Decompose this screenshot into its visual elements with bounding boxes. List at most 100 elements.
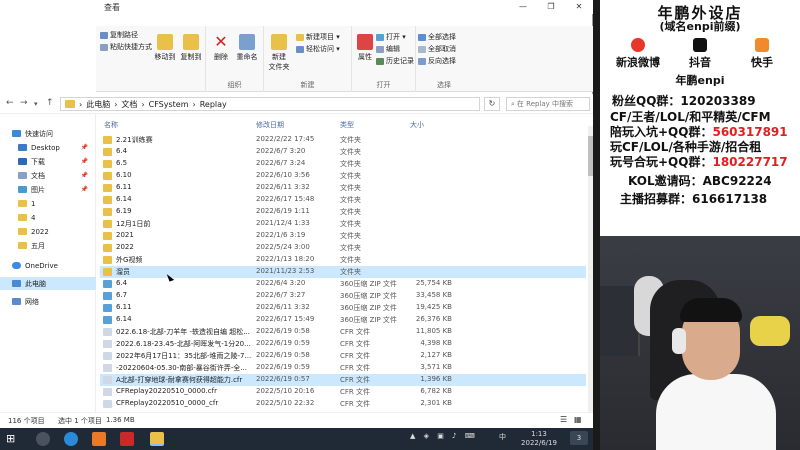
nav-item-folder-1[interactable]: 1 bbox=[0, 197, 96, 210]
new-item-icon bbox=[296, 33, 304, 41]
nav-item-downloads[interactable]: 下载 📌 bbox=[0, 155, 96, 168]
windows-start-icon[interactable]: ⊞ bbox=[6, 432, 20, 446]
breadcrumb-replay[interactable]: Replay bbox=[200, 100, 227, 109]
open-button[interactable]: 打开 ▾ bbox=[376, 32, 406, 42]
nav-item-onedrive[interactable]: OneDrive bbox=[0, 259, 96, 272]
search-icon: ⌕ bbox=[511, 99, 515, 108]
file-row[interactable]: CFReplay20220510_0000_cfr 2022/5/10 22:32… bbox=[100, 398, 586, 410]
nav-item-desktop[interactable]: Desktop 📌 bbox=[0, 141, 96, 154]
file-name: 2021 bbox=[116, 231, 134, 239]
easy-access-icon bbox=[296, 45, 304, 53]
file-row[interactable]: 外G视频 2022/1/13 18:20 文件夹 bbox=[100, 254, 586, 266]
file-row[interactable]: CFReplay20220510_0000.cfr 2022/5/10 20:16… bbox=[100, 386, 586, 398]
recent-chevron-icon[interactable]: ▾ bbox=[34, 100, 38, 108]
folder-icon bbox=[103, 220, 112, 228]
vertical-scrollbar[interactable] bbox=[588, 126, 593, 412]
rename-button[interactable]: 重命名 bbox=[234, 34, 260, 62]
delete-button[interactable]: ✕ 删除 bbox=[208, 34, 234, 62]
file-row[interactable]: 6.4 2022/6/7 3:20 文件夹 bbox=[100, 146, 586, 158]
zip-file-icon bbox=[103, 292, 112, 300]
cfr-file-icon bbox=[103, 388, 112, 396]
maximize-button[interactable]: ❐ bbox=[537, 0, 565, 14]
file-row[interactable]: 6.5 2022/6/7 3:24 文件夹 bbox=[100, 158, 586, 170]
file-row[interactable]: 022.6.18-北部-刀羊年 -轶造视自编 超松... 2022/6/19 0:… bbox=[100, 326, 586, 338]
copy-path-button[interactable]: 复制路径 bbox=[100, 30, 138, 40]
file-row[interactable]: 6.19 2022/6/19 1:11 文件夹 bbox=[100, 206, 586, 218]
file-row[interactable]: 6.7 2022/6/7 3:27 360压缩 ZIP 文件 33,458 KB bbox=[100, 290, 586, 302]
properties-button[interactable]: 属性 bbox=[352, 34, 378, 62]
ime-indicator[interactable]: 中 bbox=[492, 432, 506, 442]
file-row[interactable]: 12月1日前 2021/12/4 1:33 文件夹 bbox=[100, 218, 586, 230]
file-date: 2022/6/17 15:49 bbox=[256, 315, 315, 323]
file-row[interactable]: -20220604-05.30-南部-暴谷街许弄-全... 2022/6/19 0… bbox=[100, 362, 586, 374]
easy-access-button[interactable]: 轻松访问 ▾ bbox=[296, 44, 340, 54]
file-type: 文件夹 bbox=[340, 160, 361, 168]
nav-item-folder-may[interactable]: 五月 bbox=[0, 239, 96, 252]
nav-item-documents[interactable]: 文档 📌 bbox=[0, 169, 96, 182]
file-row[interactable]: 6.14 2022/6/17 15:49 360压缩 ZIP 文件 26,376 KB bbox=[100, 314, 586, 326]
back-arrow-icon[interactable]: ← bbox=[6, 98, 14, 108]
nav-item-network[interactable]: 网络 bbox=[0, 295, 96, 308]
up-arrow-icon[interactable]: ↑ bbox=[46, 98, 54, 108]
edit-button[interactable]: 编辑 bbox=[376, 44, 400, 54]
nav-item-folder-4[interactable]: 4 bbox=[0, 211, 96, 224]
file-row[interactable]: A北部-打穿地球-耐拿赛何获得超能力.cfr 2022/6/19 0:57 CFR … bbox=[100, 374, 586, 386]
file-row[interactable]: 6.11 2022/6/11 3:32 360压缩 ZIP 文件 19,425 KB bbox=[100, 302, 586, 314]
clock[interactable]: 1:13 2022/6/19 bbox=[512, 430, 566, 448]
column-date[interactable]: 修改日期 bbox=[256, 120, 284, 130]
refresh-button[interactable]: ↻ bbox=[484, 97, 500, 111]
move-to-button[interactable]: 移动到 bbox=[152, 34, 178, 62]
file-row[interactable]: 6.14 2022/6/17 15:48 文件夹 bbox=[100, 194, 586, 206]
column-size[interactable]: 大小 bbox=[410, 120, 424, 130]
file-row[interactable]: 2021 2022/1/6 3:19 文件夹 bbox=[100, 230, 586, 242]
app-g-icon[interactable] bbox=[92, 432, 106, 446]
file-date: 2022/6/19 0:58 bbox=[256, 351, 310, 359]
file-row[interactable]: 2022 2022/5/24 3:00 文件夹 bbox=[100, 242, 586, 254]
invert-selection-button[interactable]: 反向选择 bbox=[418, 56, 456, 66]
close-button[interactable]: ✕ bbox=[565, 0, 593, 14]
history-button[interactable]: 历史记录 bbox=[376, 56, 414, 66]
new-folder-button[interactable]: 新建 文件夹 bbox=[264, 34, 294, 72]
breadcrumb-this-pc[interactable]: 此电脑 bbox=[86, 99, 110, 110]
details-view-icon[interactable]: ☰ bbox=[560, 415, 567, 424]
file-size: 33,458 KB bbox=[415, 291, 452, 299]
breadcrumb-documents[interactable]: 文档 bbox=[121, 99, 137, 110]
file-row[interactable]: 2.21训练赛 2022/2/22 17:45 文件夹 bbox=[100, 134, 586, 146]
file-row[interactable]: 6.11 2022/6/11 3:32 文件夹 bbox=[100, 182, 586, 194]
nav-item-folder-2022[interactable]: 2022 bbox=[0, 225, 96, 238]
scrollbar-thumb[interactable] bbox=[588, 136, 593, 176]
browser-icon[interactable] bbox=[64, 432, 78, 446]
file-row[interactable]: 6.10 2022/6/10 3:56 文件夹 bbox=[100, 170, 586, 182]
breadcrumb-cfsystem[interactable]: CFSystem bbox=[149, 100, 189, 109]
minimize-button[interactable]: — bbox=[509, 0, 537, 14]
column-name[interactable]: 名称 bbox=[104, 120, 118, 130]
select-none-button[interactable]: 全部取消 bbox=[418, 44, 456, 54]
tiles-view-icon[interactable]: ▦ bbox=[574, 415, 582, 424]
weibo-link: 新浪微博 bbox=[608, 38, 668, 70]
nav-item-pictures[interactable]: 图片 📌 bbox=[0, 183, 96, 196]
app-red-icon[interactable] bbox=[120, 432, 134, 446]
file-date: 2022/6/7 3:27 bbox=[256, 291, 306, 299]
nav-item-quick-access[interactable]: 快速访问 bbox=[0, 127, 96, 140]
paste-shortcut-button[interactable]: 粘贴快捷方式 bbox=[100, 42, 152, 52]
file-explorer-taskbar-icon[interactable] bbox=[150, 432, 164, 446]
file-date: 2022/6/7 3:20 bbox=[256, 147, 306, 155]
pin-icon: 📌 bbox=[80, 186, 88, 193]
search-input[interactable]: ⌕ 在 Replay 中搜索 bbox=[506, 97, 590, 111]
nav-item-this-pc[interactable]: 此电脑 bbox=[0, 277, 96, 290]
file-name: 12月1日前 bbox=[116, 220, 151, 228]
new-item-button[interactable]: 新建项目 ▾ bbox=[296, 32, 340, 42]
notification-badge[interactable]: 3 bbox=[570, 431, 588, 445]
column-type[interactable]: 类型 bbox=[340, 120, 354, 130]
folder-icon bbox=[103, 232, 112, 240]
select-all-button[interactable]: 全部选择 bbox=[418, 32, 456, 42]
file-name: 外G视频 bbox=[116, 256, 143, 264]
file-row[interactable]: 2022年6月17日11：35北部-堆雨之陵-7... 2022/6/19 0:5… bbox=[100, 350, 586, 362]
copy-to-button[interactable]: 复制到 bbox=[178, 34, 204, 62]
breadcrumb-sep: › bbox=[114, 99, 118, 109]
task-view-icon[interactable] bbox=[36, 432, 50, 446]
address-bar[interactable]: › 此电脑 › 文档 › CFSystem › Replay bbox=[60, 97, 480, 111]
forward-arrow-icon[interactable]: → bbox=[20, 98, 28, 108]
file-row[interactable]: 2022.6.18-23.45-北部-阿晖发气-1分20... 2022/6/19… bbox=[100, 338, 586, 350]
system-tray-icons[interactable]: ▲ ◈ ▣ ♪ ⌨ bbox=[410, 432, 490, 440]
